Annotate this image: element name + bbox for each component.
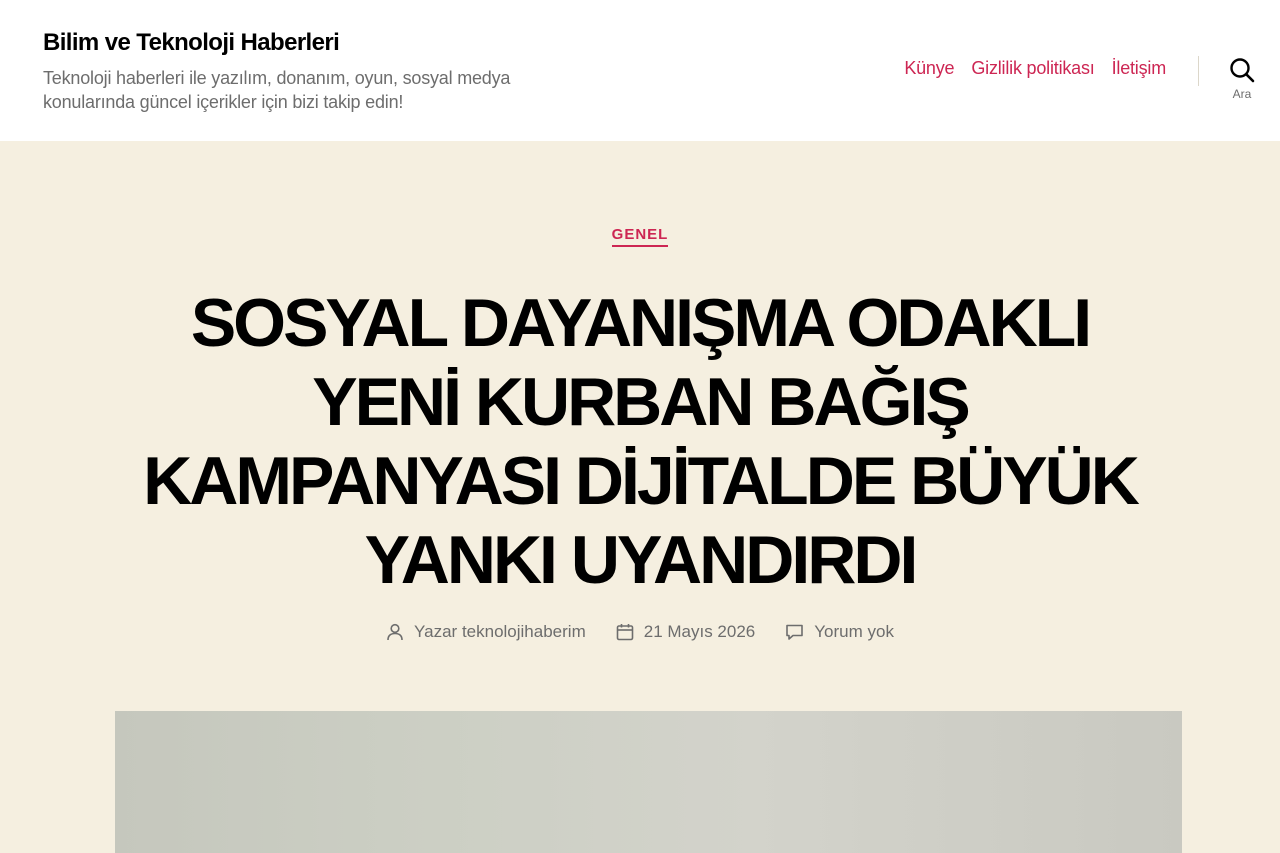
calendar-icon: [616, 623, 634, 641]
search-toggle-button[interactable]: Ara: [1216, 57, 1268, 109]
header-divider: [1198, 56, 1199, 86]
search-label: Ara: [1232, 87, 1252, 101]
date-link[interactable]: 21 Mayıs 2026: [644, 622, 756, 642]
menu-item-gizlilik: Gizlilik politikası: [971, 58, 1094, 79]
featured-image: [115, 711, 1182, 853]
comment-icon: [785, 623, 804, 641]
menu-link-kunye[interactable]: Künye: [904, 58, 954, 78]
post-date: 21 Mayıs 2026: [616, 622, 756, 642]
menu-link-iletisim[interactable]: İletişim: [1112, 58, 1167, 78]
author-prefix: Yazar: [414, 622, 458, 641]
site-title-link[interactable]: Bilim ve Teknoloji Haberleri: [43, 29, 340, 57]
post-author: Yazar teknolojihaberim: [386, 622, 586, 642]
search-icon: [1229, 57, 1255, 83]
menu-link-gizlilik-politikasi[interactable]: Gizlilik politikası: [971, 58, 1094, 78]
menu-item-kunye: Künye: [904, 58, 954, 79]
category-link-genel[interactable]: GENEL: [611, 226, 669, 247]
site-description: Teknoloji haberleri ile yazılım, donanım…: [43, 68, 511, 112]
user-icon: [386, 623, 404, 641]
post-meta: Yazar teknolojihaberim 21 Mayıs 2026 Yor…: [0, 622, 1280, 642]
primary-menu: Künye Gizlilik politikası İletişim: [904, 58, 1166, 79]
menu-item-iletisim: İletişim: [1112, 58, 1167, 79]
entry-title: SOSYAL DAYANIŞMA ODAKLI YENİ KURBAN BAĞI…: [143, 285, 1140, 598]
entry-categories: GENEL: [0, 226, 1280, 247]
site-header: Bilim ve Teknoloji Haberleri Teknoloji h…: [0, 0, 1280, 141]
comments-link[interactable]: Yorum yok: [814, 622, 894, 642]
post-comments: Yorum yok: [785, 622, 894, 642]
author-link[interactable]: teknolojihaberim: [462, 622, 586, 641]
